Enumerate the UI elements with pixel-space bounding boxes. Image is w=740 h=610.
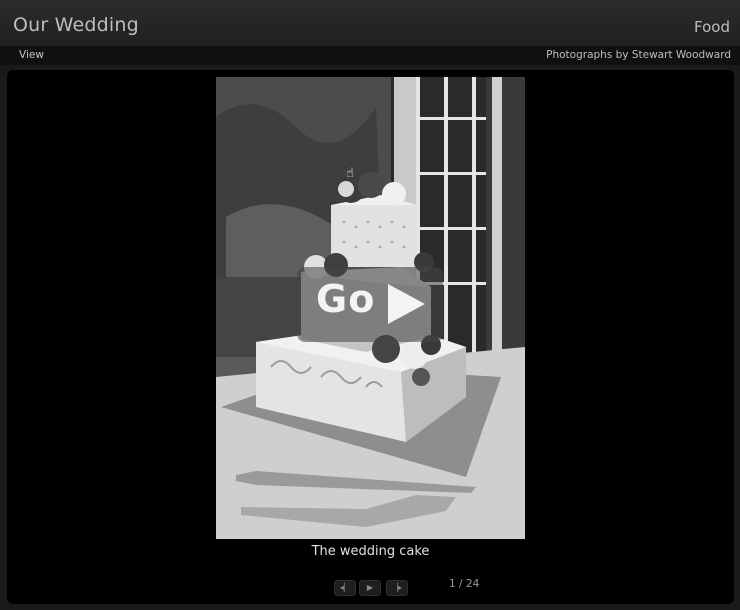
gallery-name: Food (694, 18, 730, 36)
previous-icon: ◂▏ (339, 583, 351, 592)
title-bar: Our Wedding Food (0, 0, 740, 47)
previous-button[interactable]: ◂▏ (334, 580, 356, 596)
go-play-button[interactable]: Go (297, 267, 443, 342)
play-icon: ▶ (366, 583, 374, 592)
menu-bar: View Photographs by Stewart Woodward (0, 47, 740, 65)
image-counter: 1 / 24 (449, 578, 480, 590)
next-button[interactable]: ▕▸ (386, 580, 408, 596)
photo-caption: The wedding cake (311, 544, 430, 559)
photographer-credit: Photographs by Stewart Woodward (546, 49, 731, 61)
view-menu[interactable]: View (19, 49, 44, 61)
site-title: Our Wedding (13, 14, 139, 36)
go-label: Go (316, 277, 376, 321)
hand-cursor-icon: ☝ (346, 166, 354, 181)
next-icon: ▕▸ (391, 583, 403, 592)
play-button[interactable]: ▶ (359, 580, 381, 596)
play-triangle-icon (388, 284, 425, 324)
